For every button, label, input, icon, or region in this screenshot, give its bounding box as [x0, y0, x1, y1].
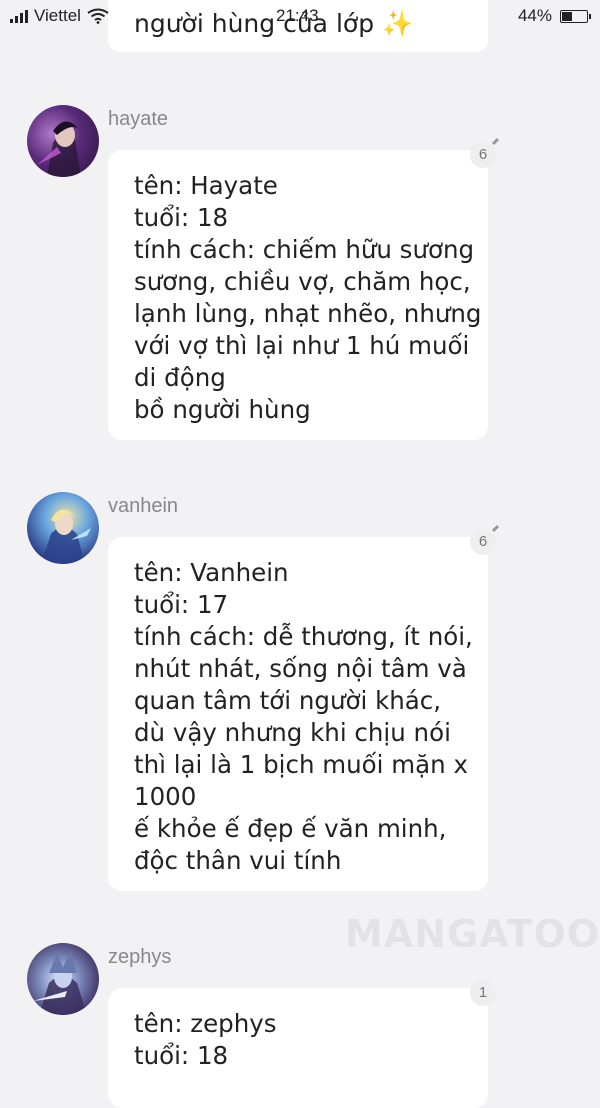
- message-line: di động: [134, 363, 226, 392]
- message-line: tính cách: chiếm hữu sương: [134, 235, 475, 264]
- comment-count-badge[interactable]: 1: [470, 980, 496, 1006]
- message-line: 1000: [134, 782, 197, 811]
- message-line: với vợ thì lại như 1 hú muối: [134, 331, 470, 360]
- message-line: tên: zephys: [134, 1009, 277, 1038]
- status-bar: Viettel 21:43 44%: [0, 0, 600, 34]
- hayate-avatar-art: [37, 121, 81, 177]
- message-line: tuổi: 17: [134, 590, 229, 619]
- comment-count: 6: [478, 146, 488, 163]
- zephys-avatar-art: [33, 951, 87, 1015]
- avatar[interactable]: [27, 943, 99, 1015]
- status-right: 44%: [517, 6, 591, 26]
- edit-icon: [491, 524, 500, 533]
- wifi-icon: [87, 8, 109, 24]
- message-bubble[interactable]: 6 tên: Hayate tuổi: 18 tính cách: chiếm …: [108, 137, 500, 440]
- message-bubble[interactable]: 6 tên: Vanhein tuổi: 17 tính cách: dễ th…: [108, 524, 500, 891]
- comment-count-badge[interactable]: 6: [470, 137, 500, 168]
- comment-count: 1: [478, 984, 488, 1001]
- watermark: MANGATOON: [345, 912, 600, 956]
- message-line: độc thân vui tính: [134, 846, 342, 875]
- comment-count-badge[interactable]: 6: [470, 524, 500, 555]
- signal-icon: [10, 9, 28, 23]
- message-line: sương, chiều vợ, chăm học,: [134, 267, 471, 296]
- username[interactable]: zephys: [108, 946, 171, 969]
- vanhein-avatar-art: [41, 509, 91, 564]
- message-line: dù vậy nhưng khi chịu nói: [134, 718, 451, 747]
- avatar[interactable]: [27, 492, 99, 564]
- status-left: Viettel: [10, 6, 109, 26]
- message-line: tuổi: 18: [134, 1041, 229, 1070]
- message-line: bồ người hùng: [134, 395, 311, 424]
- message-line: tuổi: 18: [134, 203, 229, 232]
- carrier-name: Viettel: [34, 6, 81, 25]
- battery-icon: [560, 9, 591, 23]
- message-line: ế khỏe ế đẹp ế văn minh,: [134, 814, 447, 843]
- status-time: 21:43: [276, 6, 319, 25]
- message-line: lạnh lùng, nhạt nhẽo, nhưng: [134, 299, 482, 328]
- avatar[interactable]: [27, 105, 99, 177]
- message-line: tên: Hayate: [134, 171, 278, 200]
- username[interactable]: vanhein: [108, 495, 178, 518]
- battery-percent: 44%: [517, 6, 552, 25]
- edit-icon: [491, 137, 500, 146]
- message-line: tên: Vanhein: [134, 558, 289, 587]
- username[interactable]: hayate: [108, 108, 168, 131]
- message-line: thì lại là 1 bịch muối mặn x: [134, 750, 468, 779]
- message-bubble[interactable]: 1 tên: zephys tuổi: 18: [108, 980, 496, 1108]
- message-line: quan tâm tới người khác,: [134, 686, 442, 715]
- message-line: tính cách: dễ thương, ít nói,: [134, 622, 473, 651]
- message-line: nhút nhát, sống nội tâm và: [134, 654, 467, 683]
- comment-count: 6: [478, 533, 488, 550]
